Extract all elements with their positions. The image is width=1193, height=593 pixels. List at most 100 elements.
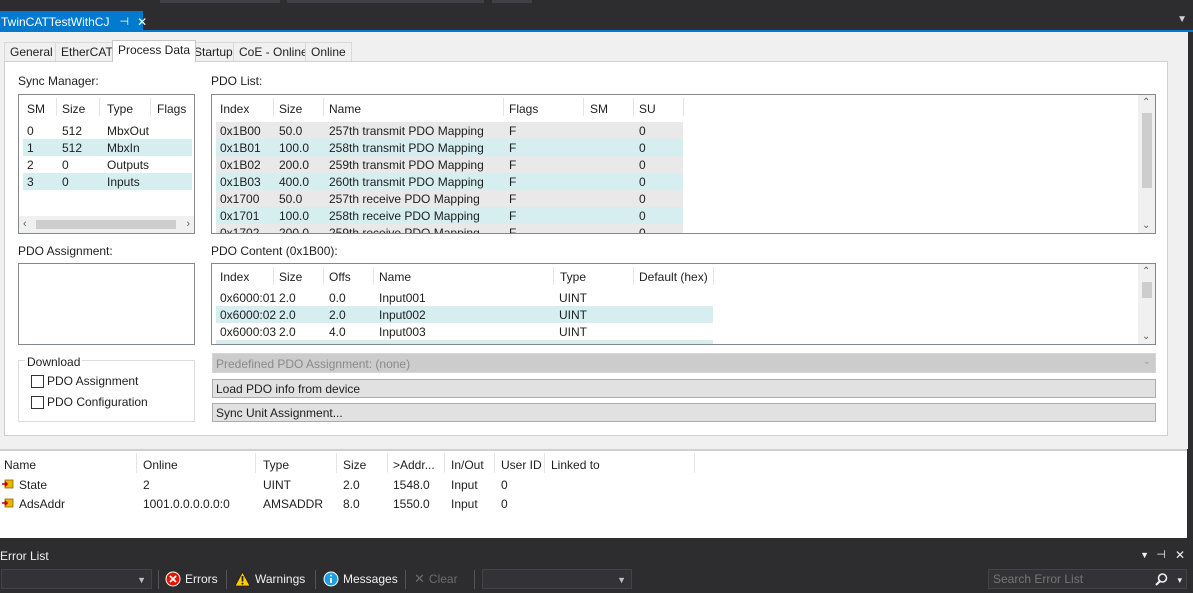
pdo-content-list[interactable]: Index Size Offs Name Type Default (hex) … xyxy=(211,263,1156,345)
content-col-index[interactable]: Index xyxy=(220,270,249,284)
toolbar-separator xyxy=(158,570,159,589)
search-icon[interactable] xyxy=(1155,573,1168,586)
cell-size: 512 xyxy=(62,141,83,155)
load-pdo-info-button[interactable]: Load PDO info from device xyxy=(212,379,1156,398)
messages-filter-button[interactable]: Messages xyxy=(323,571,398,587)
cell-inout: Input xyxy=(451,478,478,492)
var-col-userid[interactable]: User ID xyxy=(501,458,542,472)
table-row[interactable]: AdsAddr 1001.0.0.0.0.0:0 AMSADDR 8.0 155… xyxy=(0,495,1187,514)
table-row[interactable]: 0x6000:01 2.0 0.0 Input001 UINT xyxy=(216,289,713,306)
predefined-pdo-assignment-select[interactable]: Predefined PDO Assignment: (none) ⌄ xyxy=(212,353,1156,373)
scroll-down-icon[interactable]: ⌄ xyxy=(1142,220,1150,231)
pdo-col-name[interactable]: Name xyxy=(329,102,361,116)
table-row[interactable]: 0x1701 100.0 258th receive PDO Mapping F… xyxy=(216,207,683,224)
panel-menu-icon[interactable]: ▼ xyxy=(1140,550,1149,560)
var-col-name[interactable]: Name xyxy=(4,458,36,472)
column-separator xyxy=(683,98,684,116)
clear-button[interactable]: ✕ Clear xyxy=(414,571,458,587)
errors-filter-button[interactable]: Errors xyxy=(165,571,218,587)
build-filter-dropdown[interactable]: ▼ xyxy=(482,569,632,589)
table-row[interactable]: State 2 UINT 2.0 1548.0 Input 0 xyxy=(0,476,1187,495)
content-col-offs[interactable]: Offs xyxy=(329,270,351,284)
pdo-assignment-checkbox-label[interactable]: PDO Assignment xyxy=(47,374,138,388)
input-variable-icon xyxy=(2,479,14,489)
tab-coe-online[interactable]: CoE - Online xyxy=(233,42,314,61)
pdo-col-size[interactable]: Size xyxy=(279,102,302,116)
table-row[interactable]: 0x6000:02 2.0 2.0 Input002 UINT xyxy=(216,306,713,323)
cell-name: 258th transmit PDO Mapping xyxy=(329,141,484,155)
toolbar-separator xyxy=(226,570,227,589)
vertical-scrollbar[interactable]: ⌃ ⌄ xyxy=(1138,95,1155,233)
close-icon[interactable]: ✕ xyxy=(137,15,147,29)
search-error-list-input[interactable]: ▾ xyxy=(988,569,1187,589)
content-col-name[interactable]: Name xyxy=(379,270,411,284)
sm-col-size[interactable]: Size xyxy=(62,102,85,116)
search-error-list-field[interactable] xyxy=(989,570,1154,588)
table-row[interactable]: 0x1700 50.0 257th receive PDO Mapping F … xyxy=(216,190,683,207)
search-options-icon[interactable]: ▾ xyxy=(1177,575,1182,586)
pdo-col-sm[interactable]: SM xyxy=(590,102,608,116)
pdo-col-index[interactable]: Index xyxy=(220,102,249,116)
sync-manager-list[interactable]: SM Size Type Flags 0 512 MbxOut 1 512 Mb… xyxy=(18,94,195,234)
scope-dropdown[interactable]: ▼ xyxy=(1,569,152,589)
scroll-right-icon[interactable]: › xyxy=(186,218,190,230)
tab-ethercat[interactable]: EtherCAT xyxy=(55,42,119,61)
scroll-up-icon[interactable]: ⌃ xyxy=(1142,266,1150,277)
cell-name: Input002 xyxy=(379,308,426,322)
table-row[interactable]: 0x1B03 400.0 260th transmit PDO Mapping … xyxy=(216,173,683,190)
scroll-down-icon[interactable]: ⌄ xyxy=(1142,331,1150,342)
var-col-online[interactable]: Online xyxy=(143,458,178,472)
tab-online[interactable]: Online xyxy=(305,42,352,61)
var-col-inout[interactable]: In/Out xyxy=(451,458,484,472)
column-separator xyxy=(150,98,151,116)
pin-icon[interactable]: ⊣ xyxy=(1156,548,1166,561)
warnings-filter-button[interactable]: Warnings xyxy=(234,571,305,587)
var-col-size[interactable]: Size xyxy=(343,458,366,472)
cell-flags: F xyxy=(509,192,517,206)
scrollbar-thumb[interactable] xyxy=(1142,113,1152,188)
variables-list[interactable]: Name Online Type Size >Addr... In/Out Us… xyxy=(0,449,1187,538)
var-col-linked[interactable]: Linked to xyxy=(551,458,600,472)
table-row[interactable]: 1 512 MbxIn xyxy=(23,139,192,156)
scrollbar-thumb[interactable] xyxy=(36,220,176,229)
table-row[interactable]: 0x1B00 50.0 257th transmit PDO Mapping F… xyxy=(216,122,683,139)
sm-col-sm[interactable]: SM xyxy=(27,102,45,116)
pdo-col-su[interactable]: SU xyxy=(639,102,656,116)
sync-unit-assignment-button[interactable]: Sync Unit Assignment... xyxy=(212,403,1156,422)
pdo-list[interactable]: Index Size Name Flags SM SU 0x1B00 50.0 … xyxy=(211,94,1156,234)
pdo-assignment-list[interactable] xyxy=(18,263,195,345)
var-col-type[interactable]: Type xyxy=(263,458,289,472)
table-row[interactable]: 2 0 Outputs xyxy=(23,156,192,173)
scroll-left-icon[interactable]: ‹ xyxy=(23,218,27,230)
close-icon[interactable]: ✕ xyxy=(1175,548,1185,562)
pdo-configuration-checkbox-label[interactable]: PDO Configuration xyxy=(47,395,148,409)
tab-general[interactable]: General xyxy=(4,42,59,61)
messages-label: Messages xyxy=(343,572,398,586)
document-tab[interactable]: TwinCATTestWithCJ ⊣ ✕ xyxy=(0,11,147,32)
sm-col-flags[interactable]: Flags xyxy=(157,102,186,116)
pdo-assignment-checkbox[interactable] xyxy=(31,375,44,388)
content-col-size[interactable]: Size xyxy=(279,270,302,284)
column-separator xyxy=(56,98,57,116)
input-variable-icon xyxy=(2,498,14,508)
pdo-col-flags[interactable]: Flags xyxy=(509,102,538,116)
var-col-addr[interactable]: >Addr... xyxy=(393,458,435,472)
table-row[interactable]: 0 512 MbxOut xyxy=(23,122,192,139)
pin-icon[interactable]: ⊣ xyxy=(119,15,129,28)
scrollbar-thumb[interactable] xyxy=(1142,282,1152,298)
table-row[interactable]: 0x6000:03 2.0 4.0 Input003 UINT xyxy=(216,323,713,340)
tab-process-data[interactable]: Process Data xyxy=(112,40,197,62)
table-row[interactable]: 0x1702 200.0 259th receive PDO Mapping F… xyxy=(216,224,683,233)
content-col-default[interactable]: Default (hex) xyxy=(639,270,708,284)
content-col-type[interactable]: Type xyxy=(560,270,586,284)
table-row[interactable]: 0x1B02 200.0 259th transmit PDO Mapping … xyxy=(216,156,683,173)
tab-overflow-dropdown-icon[interactable]: ▼ xyxy=(1177,14,1187,25)
pdo-configuration-checkbox[interactable] xyxy=(31,396,44,409)
sm-col-type[interactable]: Type xyxy=(107,102,133,116)
scroll-up-icon[interactable]: ⌃ xyxy=(1142,97,1150,108)
horizontal-scrollbar[interactable]: ‹ › xyxy=(19,216,194,233)
table-row[interactable]: 0x1B01 100.0 258th transmit PDO Mapping … xyxy=(216,139,683,156)
vertical-scrollbar[interactable]: ⌃ ⌄ xyxy=(1138,264,1155,344)
table-row[interactable]: 3 0 Inputs xyxy=(23,173,192,190)
cell-type: AMSADDR xyxy=(263,497,324,511)
